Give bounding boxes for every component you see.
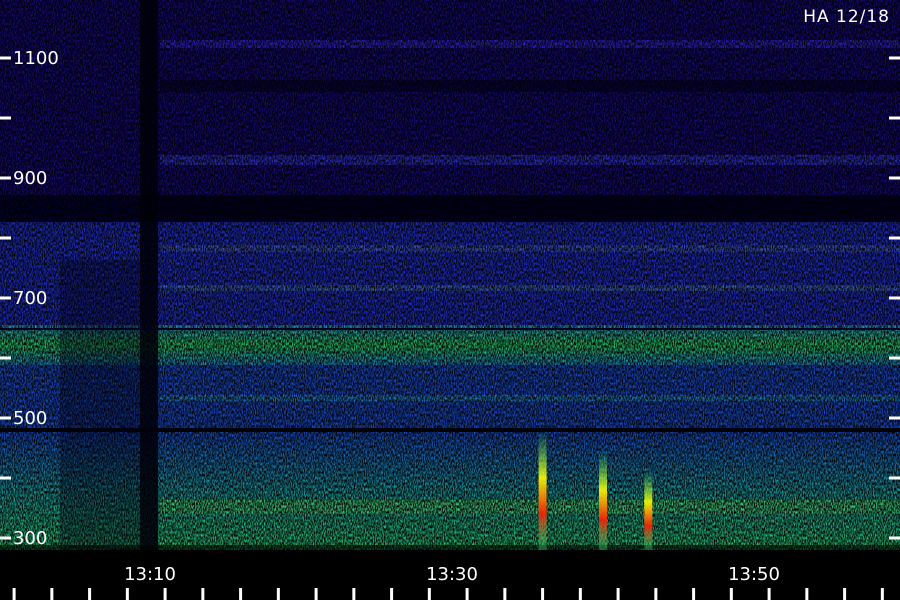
x-tick-minor bbox=[616, 588, 620, 600]
x-tick-minor bbox=[729, 588, 733, 600]
band-top-noise bbox=[0, 0, 900, 210]
y-tick-label: 500 bbox=[13, 408, 47, 429]
y-tick-label: 1100 bbox=[13, 48, 59, 69]
streak bbox=[160, 155, 900, 165]
x-tick-minor bbox=[352, 588, 356, 600]
streak bbox=[160, 285, 900, 291]
data-gap-column bbox=[140, 0, 158, 550]
dark-line bbox=[0, 428, 900, 430]
y-tick-right bbox=[889, 56, 900, 60]
y-tick-left bbox=[0, 236, 11, 240]
x-tick-minor bbox=[314, 588, 318, 600]
y-tick-label: 300 bbox=[13, 528, 47, 549]
x-tick-minor bbox=[805, 588, 809, 600]
streak bbox=[160, 245, 900, 252]
y-tick-label: 700 bbox=[13, 288, 47, 309]
x-tick-minor bbox=[654, 588, 658, 600]
y-tick-left bbox=[0, 536, 11, 540]
streak bbox=[160, 395, 900, 401]
x-tick-minor bbox=[276, 588, 280, 600]
y-tick-right bbox=[889, 536, 900, 540]
y-tick-right bbox=[889, 176, 900, 180]
y-tick-left bbox=[0, 116, 11, 120]
streak bbox=[160, 500, 900, 514]
y-tick-left bbox=[0, 416, 11, 420]
x-tick-minor bbox=[767, 588, 771, 600]
streak bbox=[160, 40, 900, 48]
burst-mark bbox=[599, 450, 607, 550]
y-tick-right bbox=[889, 236, 900, 240]
y-tick-right bbox=[889, 296, 900, 300]
dark-line bbox=[0, 328, 900, 330]
y-tick-left bbox=[0, 176, 11, 180]
y-tick-left bbox=[0, 356, 11, 360]
x-tick-minor bbox=[503, 588, 507, 600]
y-tick-left bbox=[0, 476, 11, 480]
x-tick-minor bbox=[50, 588, 54, 600]
x-tick-minor bbox=[578, 588, 582, 600]
burst-mark bbox=[538, 430, 547, 550]
x-tick-minor bbox=[692, 588, 696, 600]
x-tick-label: 13:50 bbox=[728, 564, 780, 585]
x-tick-label: 13:30 bbox=[426, 564, 478, 585]
x-tick-minor bbox=[465, 588, 469, 600]
x-tick-minor bbox=[427, 588, 431, 600]
x-tick-minor bbox=[12, 588, 16, 600]
y-tick-label: 900 bbox=[13, 168, 47, 189]
burst-mark bbox=[644, 470, 653, 550]
x-tick-minor bbox=[239, 588, 243, 600]
y-tick-left bbox=[0, 56, 11, 60]
y-tick-right bbox=[889, 416, 900, 420]
x-tick-minor bbox=[163, 588, 167, 600]
x-tick-minor bbox=[390, 588, 394, 600]
y-tick-right bbox=[889, 116, 900, 120]
y-tick-right bbox=[889, 356, 900, 360]
x-tick-minor bbox=[88, 588, 92, 600]
x-tick-minor bbox=[843, 588, 847, 600]
dark-row bbox=[160, 195, 900, 217]
x-tick-minor bbox=[880, 588, 884, 600]
x-tick-label: 13:10 bbox=[124, 564, 176, 585]
left-shadow bbox=[60, 260, 140, 550]
dark-row bbox=[160, 80, 900, 92]
chart-title: HA 12/18 bbox=[803, 7, 890, 27]
y-tick-right bbox=[889, 476, 900, 480]
x-tick-minor bbox=[201, 588, 205, 600]
spectrogram-chart: 300 500 700 900 1100 13:10 13:30 13:50 bbox=[0, 0, 900, 600]
x-tick-minor bbox=[541, 588, 545, 600]
y-tick-left bbox=[0, 296, 11, 300]
x-tick-minor bbox=[125, 588, 129, 600]
